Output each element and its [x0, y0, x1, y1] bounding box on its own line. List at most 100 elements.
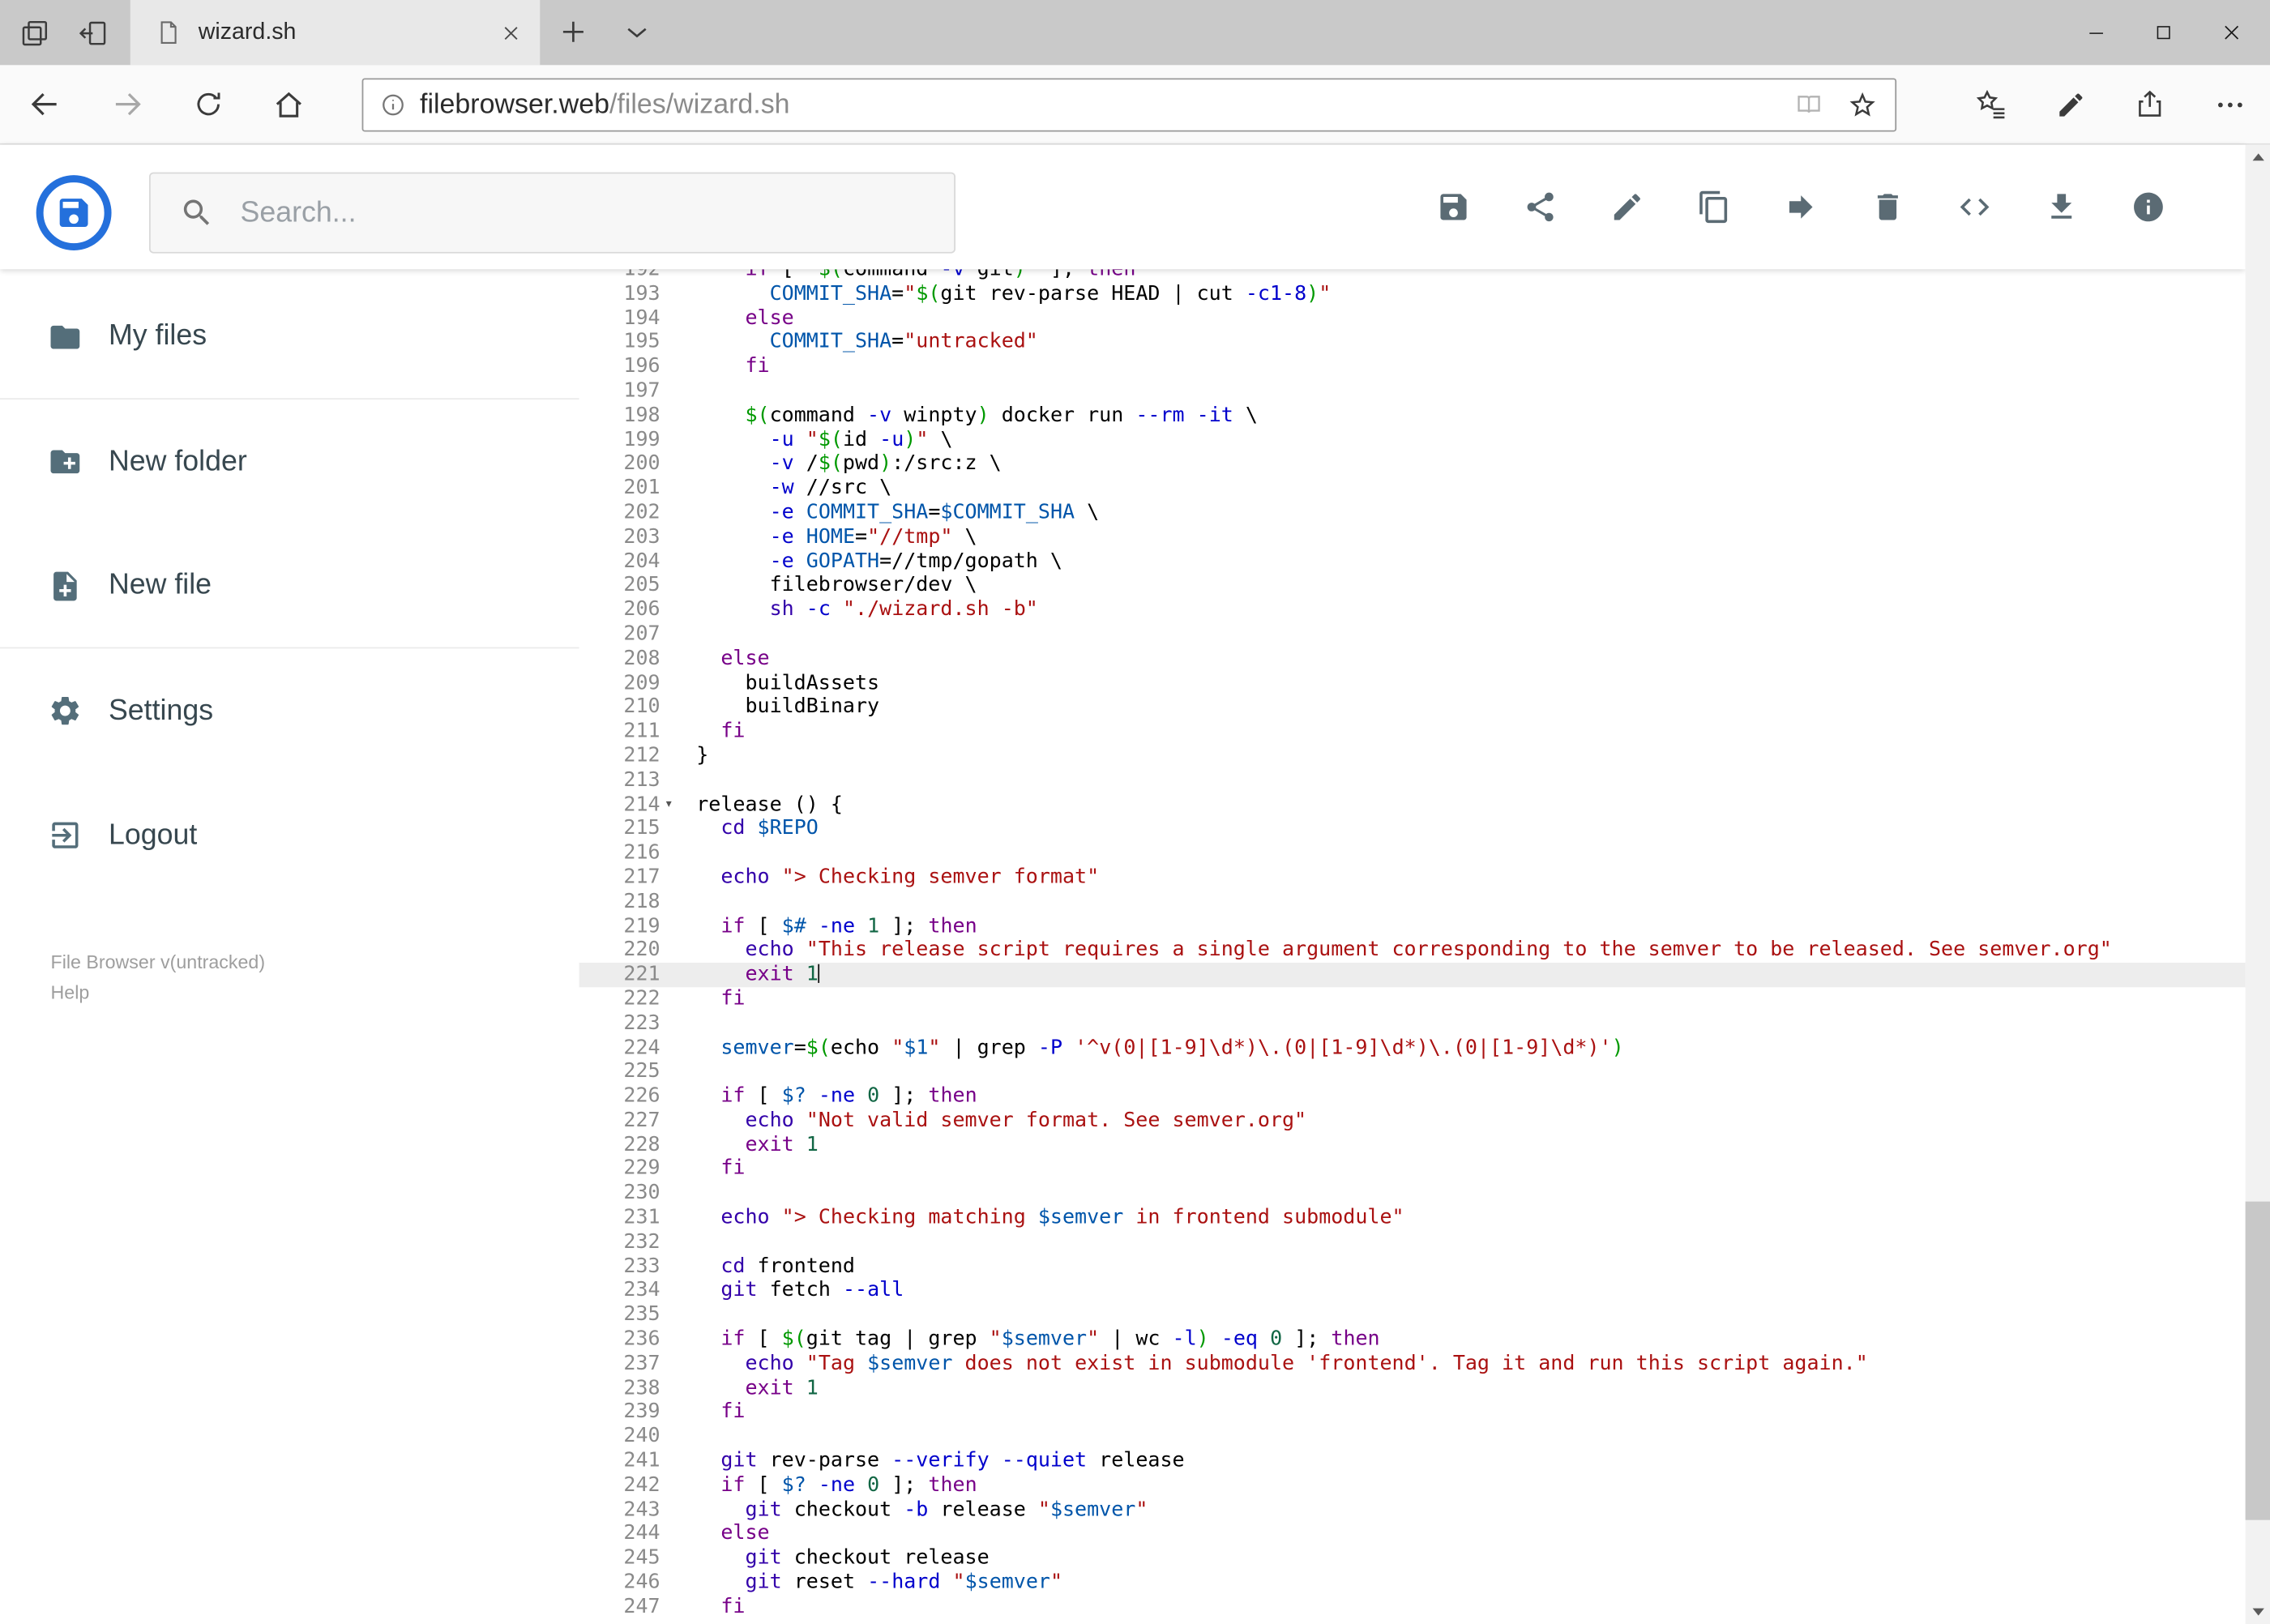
code-line[interactable]: 238 exit 1: [579, 1376, 2246, 1400]
code-line[interactable]: 205 filebrowser/dev \: [579, 574, 2246, 598]
code-line[interactable]: 219 if [ $# -ne 1 ]; then: [579, 914, 2246, 938]
code-line[interactable]: 223: [579, 1011, 2246, 1036]
tabs-set-aside-panel-button[interactable]: [17, 15, 52, 50]
sidebar-item-new-folder[interactable]: New folder: [0, 400, 579, 524]
code-line[interactable]: 200 -v /$(pwd):/src:z \: [579, 452, 2246, 477]
code-line[interactable]: 217 echo "> Checking semver format": [579, 865, 2246, 890]
code-line[interactable]: 203 -e HOME="//tmp" \: [579, 525, 2246, 549]
code-line[interactable]: 228 exit 1: [579, 1133, 2246, 1157]
more-options-button[interactable]: [2213, 88, 2246, 121]
back-button[interactable]: [28, 87, 62, 122]
code-line[interactable]: 232: [579, 1230, 2246, 1254]
code-line[interactable]: 196 fi: [579, 355, 2246, 379]
add-favorite-button[interactable]: [1847, 90, 1878, 121]
code-editor[interactable]: 192 if [ "$(command -v git)" ]; then 193 …: [579, 269, 2246, 1624]
code-line[interactable]: 199 -u "$(id -u)" \: [579, 428, 2246, 452]
code-line[interactable]: 222 fi: [579, 987, 2246, 1011]
code-line[interactable]: 231 echo "> Checking matching $semver in…: [579, 1206, 2246, 1230]
sidebar-item-logout[interactable]: Logout: [0, 773, 579, 898]
hub-button[interactable]: [1975, 88, 2008, 121]
move-button[interactable]: [1784, 190, 1819, 224]
set-tabs-aside-button[interactable]: [75, 15, 110, 50]
code-line[interactable]: 246 git reset --hard "$semver": [579, 1571, 2246, 1595]
code-line[interactable]: 220 echo "This release script requires a…: [579, 938, 2246, 963]
code-line[interactable]: 213: [579, 768, 2246, 793]
scroll-up-button[interactable]: [2246, 145, 2270, 169]
window-close-button[interactable]: [2198, 0, 2266, 65]
code-line[interactable]: 245 git checkout release: [579, 1546, 2246, 1571]
code-line[interactable]: 193 COMMIT_SHA="$(git rev-parse HEAD | c…: [579, 282, 2246, 306]
code-line[interactable]: 197: [579, 379, 2246, 404]
code-line[interactable]: 212}: [579, 744, 2246, 768]
site-info-icon[interactable]: [379, 92, 407, 119]
code-line[interactable]: 243 git checkout -b release "$semver": [579, 1498, 2246, 1522]
scroll-thumb[interactable]: [2245, 1201, 2270, 1520]
code-line[interactable]: 195 COMMIT_SHA="untracked": [579, 331, 2246, 355]
code-line[interactable]: 221 exit 1: [579, 963, 2246, 988]
annotate-button[interactable]: [2056, 89, 2087, 120]
reading-view-button[interactable]: [1793, 90, 1824, 121]
code-line[interactable]: 237 echo "Tag $semver does not exist in …: [579, 1352, 2246, 1376]
code-line[interactable]: 214 ▾ release () {: [579, 793, 2246, 817]
new-tab-button[interactable]: [556, 15, 591, 49]
code-button[interactable]: [1957, 190, 1992, 224]
code-line[interactable]: 202 -e COMMIT_SHA=$COMMIT_SHA \: [579, 501, 2246, 525]
home-button[interactable]: [272, 88, 306, 121]
code-line[interactable]: 247 fi: [579, 1595, 2246, 1619]
scrollbar[interactable]: [2245, 144, 2270, 1624]
code-line[interactable]: 198 $(command -v winpty) docker run --rm…: [579, 404, 2246, 428]
code-line[interactable]: 235: [579, 1303, 2246, 1327]
code-line[interactable]: 227 echo "Not valid semver format. See s…: [579, 1109, 2246, 1133]
delete-button[interactable]: [1870, 190, 1905, 224]
code-line[interactable]: 239 fi: [579, 1400, 2246, 1425]
copy-button[interactable]: [1697, 190, 1732, 224]
code-line[interactable]: 244 else: [579, 1522, 2246, 1546]
tab-preview-toggle[interactable]: [620, 15, 655, 49]
share-page-button[interactable]: [2134, 88, 2165, 120]
code-line[interactable]: 224 semver=$(echo "$1" | grep -P '^v(0|[…: [579, 1036, 2246, 1060]
code-line[interactable]: 226 if [ $? -ne 0 ]; then: [579, 1084, 2246, 1109]
sidebar-item-new-file[interactable]: New file: [0, 524, 579, 649]
refresh-button[interactable]: [193, 88, 224, 120]
code-line[interactable]: 201 -w //src \: [579, 477, 2246, 501]
code-line[interactable]: 192 if [ "$(command -v git)" ]; then: [579, 269, 2246, 282]
save-button[interactable]: [1436, 190, 1471, 224]
code-line[interactable]: 194 else: [579, 306, 2246, 331]
code-line[interactable]: 234 git fetch --all: [579, 1279, 2246, 1303]
info-button[interactable]: [2131, 190, 2166, 224]
fold-arrow-icon[interactable]: ▾: [665, 793, 673, 817]
code-line[interactable]: 218: [579, 890, 2246, 914]
window-minimize-button[interactable]: [2062, 0, 2130, 65]
help-link[interactable]: Help: [51, 977, 266, 1008]
code-line[interactable]: 225: [579, 1060, 2246, 1084]
forward-button[interactable]: [110, 87, 145, 122]
sidebar-item-my-files[interactable]: My files: [0, 275, 579, 400]
code-line[interactable]: 241 git rev-parse --verify --quiet relea…: [579, 1449, 2246, 1473]
code-line[interactable]: 229 fi: [579, 1157, 2246, 1182]
scroll-down-button[interactable]: [2246, 1600, 2270, 1624]
sidebar-item-settings[interactable]: Settings: [0, 648, 579, 773]
code-line[interactable]: 207: [579, 622, 2246, 647]
code-line[interactable]: 236 if [ $(git tag | grep "$semver" | wc…: [579, 1327, 2246, 1352]
app-logo[interactable]: [36, 175, 112, 251]
url-bar[interactable]: filebrowser.web/files/wizard.sh: [361, 78, 1897, 132]
code-line[interactable]: 209 buildAssets: [579, 671, 2246, 695]
share-button[interactable]: [1523, 190, 1558, 224]
browser-tab[interactable]: wizard.sh: [130, 0, 541, 66]
download-button[interactable]: [2044, 190, 2079, 224]
tab-close-button[interactable]: [495, 17, 526, 48]
code-line[interactable]: 240: [579, 1425, 2246, 1449]
code-line[interactable]: 233 cd frontend: [579, 1254, 2246, 1279]
code-line[interactable]: 210 buildBinary: [579, 695, 2246, 720]
code-line[interactable]: 230: [579, 1182, 2246, 1206]
code-line[interactable]: 204 -e GOPATH=//tmp/gopath \: [579, 549, 2246, 574]
code-line[interactable]: 211 fi: [579, 720, 2246, 744]
code-line[interactable]: 206 sh -c "./wizard.sh -b": [579, 598, 2246, 622]
code-line[interactable]: 242 if [ $? -ne 0 ]; then: [579, 1473, 2246, 1498]
window-maximize-button[interactable]: [2130, 0, 2198, 65]
rename-button[interactable]: [1610, 190, 1644, 224]
code-line[interactable]: 215 cd $REPO: [579, 817, 2246, 841]
code-line[interactable]: 208 else: [579, 647, 2246, 671]
search-box[interactable]: Search...: [148, 172, 955, 254]
code-line[interactable]: 216: [579, 841, 2246, 865]
